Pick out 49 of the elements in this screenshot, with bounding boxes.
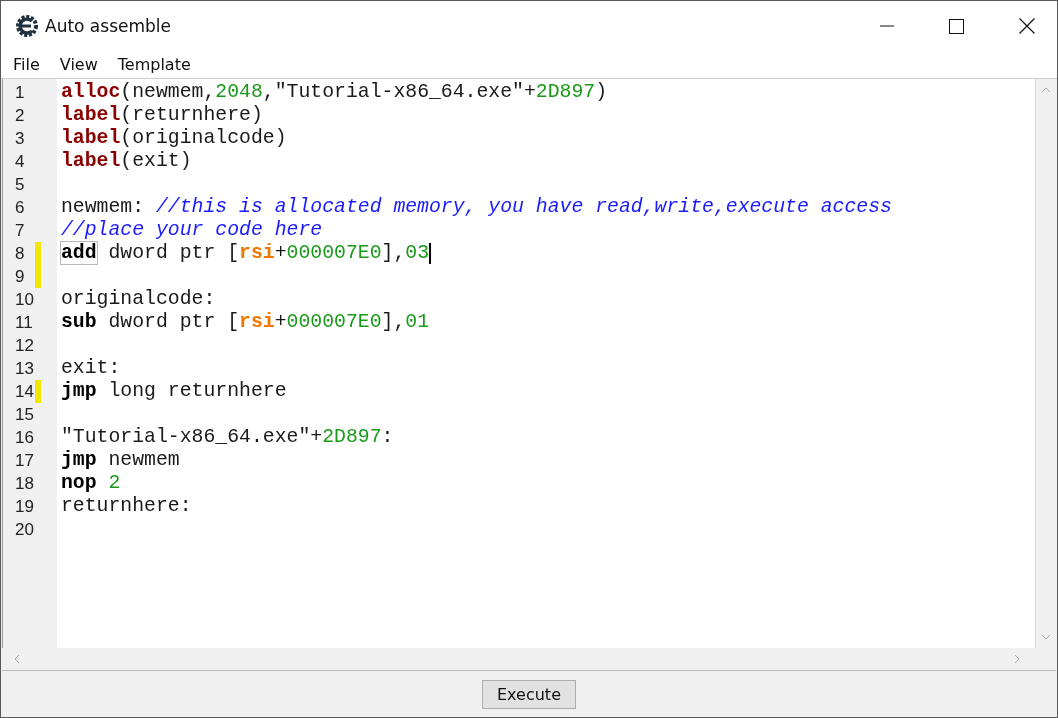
line-number: 12 xyxy=(14,335,34,357)
code-line: exit: xyxy=(61,357,121,380)
scroll-left-icon[interactable] xyxy=(14,654,20,664)
code-line: jmp newmem xyxy=(61,449,180,472)
menu-item[interactable]: View xyxy=(49,55,108,74)
vertical-scrollbar[interactable] xyxy=(1035,79,1056,648)
code-line: originalcode: xyxy=(61,288,216,311)
maximize-icon[interactable] xyxy=(949,18,964,34)
line-number: 7 xyxy=(14,220,25,242)
line-number: 8 xyxy=(14,243,25,265)
code-editor[interactable] xyxy=(2,79,1056,671)
line-number: 6 xyxy=(14,197,25,219)
line-number: 1 xyxy=(14,82,25,104)
line-number: 13 xyxy=(14,358,34,380)
window-title: Auto assemble xyxy=(45,16,171,36)
line-number: 9 xyxy=(14,266,25,288)
menu-item[interactable]: File xyxy=(3,55,50,74)
scroll-right-icon[interactable] xyxy=(1014,654,1020,664)
line-number: 10 xyxy=(14,289,34,311)
code-line: sub dword ptr [rsi+000007E0],01 xyxy=(61,311,430,334)
line-number: 18 xyxy=(14,473,34,495)
menu-item[interactable]: Template xyxy=(107,55,201,74)
code-line: nop 2 xyxy=(61,472,121,495)
line-number: 19 xyxy=(14,496,34,518)
code-line: newmem: //this is allocated memory, you have read,write,execute access xyxy=(61,196,892,219)
line-number: 15 xyxy=(14,404,34,426)
line-number: 11 xyxy=(14,312,33,334)
code-line: "Tutorial-x86_64.exe"+2D897: xyxy=(61,426,394,449)
scroll-down-icon[interactable] xyxy=(1041,634,1051,640)
line-number: 2 xyxy=(14,105,25,127)
code-line: add dword ptr [rsi+000007E0],03 xyxy=(61,242,430,265)
line-number: 16 xyxy=(14,427,34,449)
code-line: label(exit) xyxy=(61,150,192,173)
code-line: returnhere: xyxy=(61,495,192,518)
code-line: //place your code here xyxy=(61,219,323,242)
execute-button[interactable]: Execute xyxy=(482,679,576,709)
line-number: 4 xyxy=(14,151,25,173)
line-number: 20 xyxy=(14,519,34,541)
line-number: 17 xyxy=(14,450,34,472)
gear-logo-icon xyxy=(15,14,39,38)
code-line: label(originalcode) xyxy=(61,127,287,150)
line-number: 5 xyxy=(14,174,25,196)
code-line: jmp long returnhere xyxy=(61,380,287,403)
line-number: 3 xyxy=(14,128,25,150)
scroll-up-icon[interactable] xyxy=(1041,87,1051,93)
code-line: alloc(newmem,2048,"Tutorial-x86_64.exe"+2D897) xyxy=(61,81,608,104)
code-line: label(returnhere) xyxy=(61,104,263,127)
line-number: 14 xyxy=(14,381,34,403)
close-icon[interactable] xyxy=(1019,18,1035,34)
